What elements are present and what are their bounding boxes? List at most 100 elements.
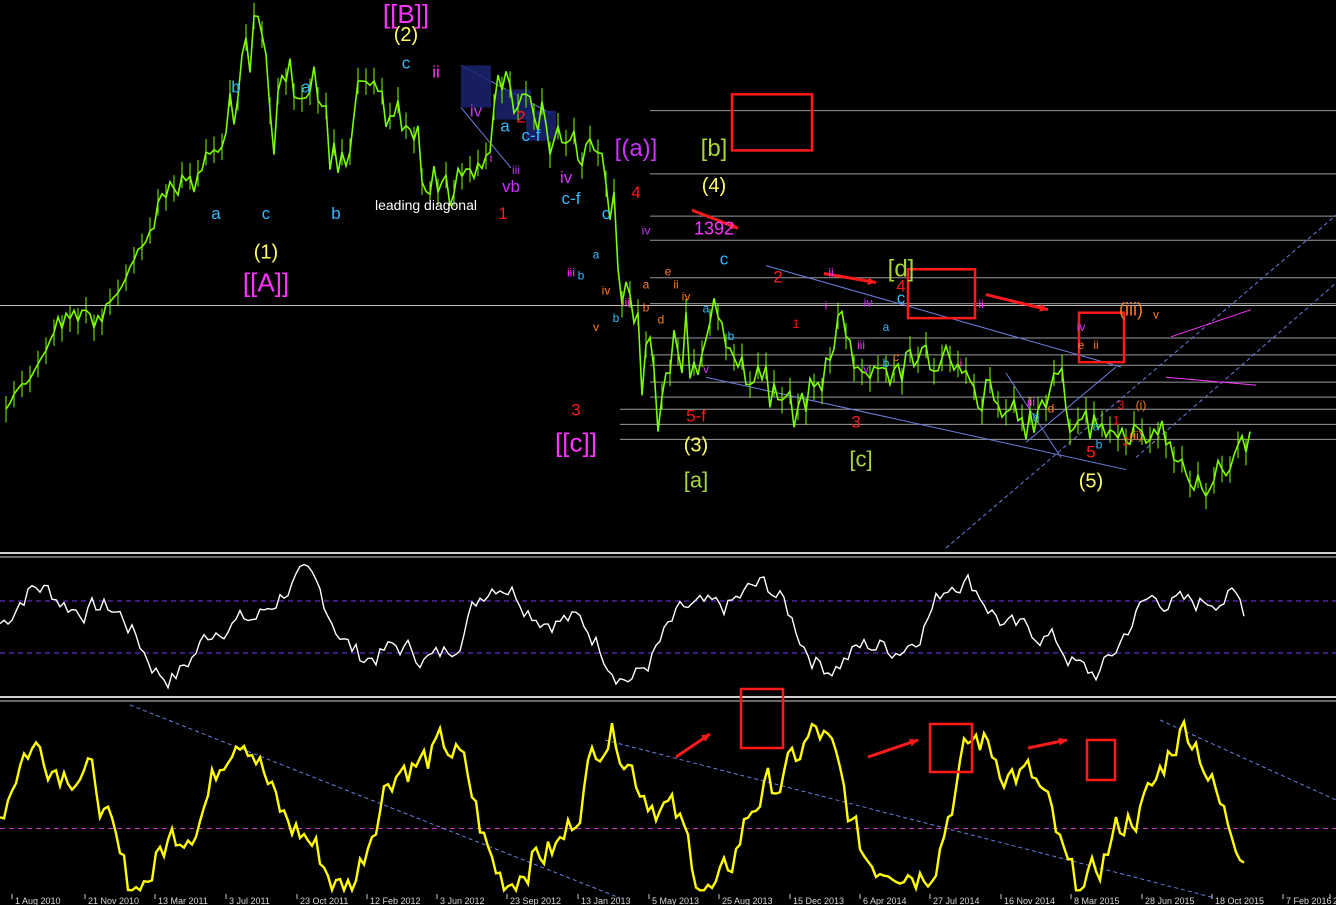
- x-tick-label: 27 Jul 2014: [933, 896, 980, 905]
- x-tick-label: 15 Dec 2013: [793, 896, 844, 905]
- wave-label: c: [897, 289, 906, 308]
- minor-wave-label: iii: [622, 296, 630, 310]
- minor-wave-label: ii: [1093, 338, 1098, 352]
- x-tick-label: 28 Jun 2015: [1145, 896, 1195, 905]
- wave-label: 5: [1086, 443, 1095, 462]
- wave-label: c-f: [562, 189, 581, 208]
- x-tick-label: 1 Aug 2010: [15, 896, 61, 905]
- wave-label: [a]: [684, 468, 708, 493]
- wave-label: (3): [684, 434, 708, 456]
- minor-wave-label: ii: [828, 266, 833, 280]
- minor-wave-label: c: [893, 350, 899, 364]
- x-tick-label: 18 Oct 2015: [1215, 896, 1264, 905]
- minor-wave-label: a: [703, 302, 710, 316]
- minor-wave-label: v: [703, 362, 709, 376]
- minor-wave-label: iv: [642, 223, 651, 237]
- minor-wave-label: i: [960, 356, 963, 370]
- minor-wave-label: v: [1153, 308, 1159, 322]
- wave-label: (1): [254, 241, 278, 263]
- minor-wave-label: i: [490, 151, 493, 165]
- minor-wave-label: v: [593, 320, 599, 334]
- minor-wave-label: d: [1048, 401, 1055, 415]
- wave-label: [[A]]: [243, 268, 289, 298]
- wave-label: (iii): [1119, 300, 1143, 320]
- x-tick-label: 3 Jun 2012: [440, 896, 485, 905]
- x-tick-label: 13 Jan 2013: [581, 896, 631, 905]
- minor-wave-label: e: [665, 264, 672, 278]
- x-tick-label: 8 Mar 2015: [1074, 896, 1120, 905]
- wave-label: c: [402, 53, 411, 72]
- x-tick-label: 13 Mar 2011: [158, 896, 208, 905]
- wave-label: iv: [560, 168, 573, 187]
- wave-label: c: [602, 204, 611, 223]
- x-tick-label: 6 Apr 2014: [863, 896, 907, 905]
- minor-wave-label: b: [643, 300, 650, 314]
- wave-label: [c]: [849, 447, 872, 472]
- minor-wave-label: iv: [1077, 320, 1086, 334]
- wave-label: a: [301, 77, 311, 96]
- minor-wave-label: ii: [978, 297, 983, 311]
- minor-wave-label: 1: [1113, 413, 1120, 427]
- x-tick-label: 5 May 2013: [652, 896, 699, 905]
- wave-label: (5): [1079, 471, 1103, 493]
- minor-wave-label: a: [643, 278, 650, 292]
- wave-label: 2: [516, 108, 525, 127]
- wave-label: c-f: [522, 126, 541, 145]
- minor-wave-label: (i): [1136, 398, 1147, 412]
- wave-label: (2): [394, 24, 418, 46]
- x-tick-label: 23 Sep 2012: [510, 896, 561, 905]
- minor-wave-label: b: [1096, 437, 1103, 451]
- x-tick-label: 3 Jul 2011: [229, 896, 270, 905]
- minor-wave-label: v: [863, 362, 869, 376]
- minor-wave-label: d: [658, 313, 665, 327]
- x-tick-label: 23 Oct 2011: [300, 896, 348, 905]
- wave-label: a: [500, 117, 510, 136]
- wave-label: [b]: [701, 135, 728, 162]
- wave-label: 4: [631, 183, 640, 202]
- x-tick-label: 7 Feb 2016: [1286, 896, 1332, 905]
- wave-label: [[c]]: [555, 427, 597, 457]
- minor-wave-label: b: [728, 329, 735, 343]
- wave-label: (4): [702, 175, 726, 197]
- elliott-wave-chart: [[B]](2)c iiiva 2c-fivc-fvb1leading diagon…: [0, 0, 1336, 905]
- minor-wave-label: iii: [512, 163, 520, 177]
- x-tick-label: 12 Feb 2012: [370, 896, 421, 905]
- wave-label: b: [231, 77, 240, 96]
- wave-label: 1392: [694, 218, 734, 238]
- wave-label: [(a)]: [615, 135, 658, 162]
- minor-wave-label: iii: [1027, 395, 1035, 409]
- minor-wave-label: a: [883, 320, 890, 334]
- wave-label: c: [720, 249, 729, 268]
- minor-wave-label: iv: [602, 284, 611, 298]
- wave-label: iv: [470, 102, 483, 121]
- minor-wave-label: b: [613, 311, 620, 325]
- wave-label: 3: [571, 400, 580, 419]
- x-tick-label: 25 Aug 2013: [722, 896, 773, 905]
- wave-label: leading diagonal: [375, 197, 477, 213]
- minor-wave-label: i: [825, 299, 828, 313]
- wave-label: vb: [502, 177, 520, 196]
- wave-label: c: [262, 204, 271, 223]
- minor-wave-label: b: [578, 269, 585, 283]
- wave-label: 5-f: [686, 406, 706, 425]
- wave-label: b: [331, 204, 340, 223]
- minor-wave-label: iii: [567, 266, 575, 280]
- minor-wave-label: ii: [673, 278, 678, 292]
- minor-wave-label: e: [1078, 338, 1085, 352]
- minor-wave-label: 3: [1118, 398, 1125, 412]
- minor-wave-label: b: [883, 356, 890, 370]
- minor-wave-label: b: [1033, 410, 1040, 424]
- wave-label: a: [211, 204, 221, 223]
- minor-wave-label: iii: [857, 338, 865, 352]
- wave-label: 1: [498, 204, 507, 223]
- minor-wave-label: 1: [793, 317, 800, 331]
- x-tick-label: 21 Nov 2010: [88, 896, 139, 905]
- chart-background: [0, 0, 1336, 905]
- minor-wave-label: (ii): [1129, 428, 1142, 442]
- minor-wave-label: a: [593, 247, 600, 261]
- wave-label: ii: [432, 62, 440, 81]
- minor-wave-label: iv: [682, 290, 691, 304]
- wave-label: 2: [773, 268, 782, 287]
- x-tick-label: 16 Nov 2014: [1004, 896, 1055, 905]
- wave-label: 3: [851, 412, 860, 431]
